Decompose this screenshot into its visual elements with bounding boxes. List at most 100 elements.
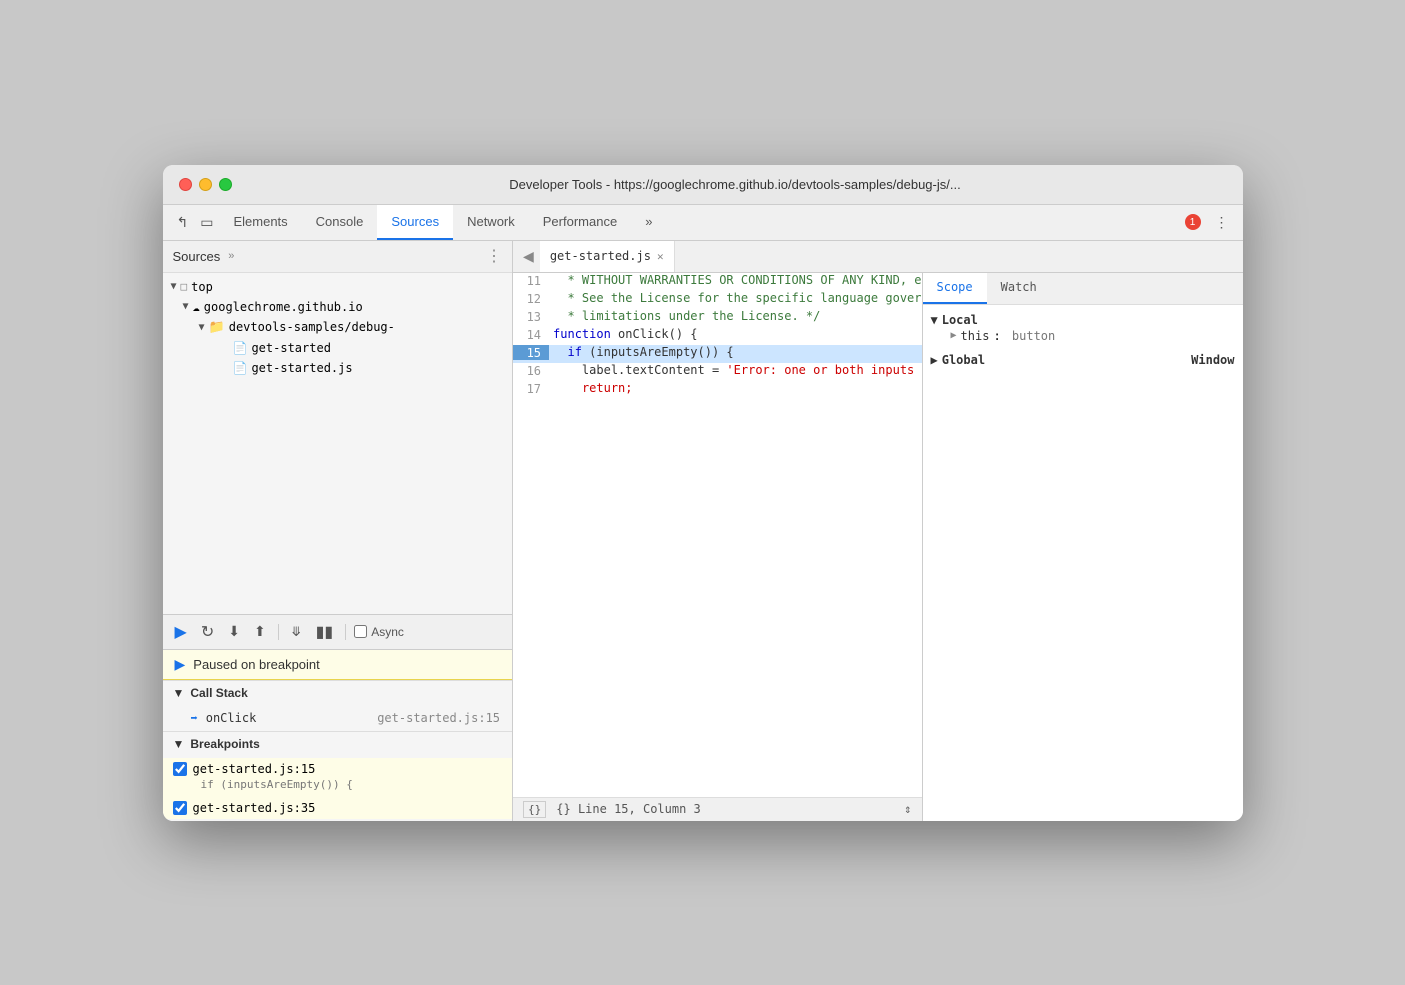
step-out-button[interactable]: ⬆ bbox=[250, 621, 270, 642]
line-num-12: 12 bbox=[513, 291, 549, 306]
call-stack-arrow-icon: ➡ bbox=[191, 711, 198, 725]
code-line-16: 16 label.textContent = 'Error: one or bo… bbox=[513, 363, 921, 381]
right-panel: ◀ get-started.js ✕ 11 * WITHOUT WARRANTI… bbox=[513, 241, 1242, 821]
tab-console[interactable]: Console bbox=[302, 205, 378, 240]
line-content-17: return; bbox=[549, 381, 921, 395]
cloud-icon: ☁ bbox=[193, 300, 200, 314]
resume-button[interactable]: ▶ bbox=[171, 620, 191, 644]
triangle-down-call-stack: ▼ bbox=[173, 686, 185, 700]
tree-item-folder[interactable]: ▼ 📁 devtools-samples/debug- bbox=[163, 317, 513, 338]
step-over-button[interactable]: ↻ bbox=[197, 620, 218, 644]
source-tab-close-icon[interactable]: ✕ bbox=[657, 250, 664, 263]
scope-local-this[interactable]: ▶ this : button bbox=[931, 327, 1235, 345]
status-bar: {} {} Line 15, Column 3 ⇕ bbox=[513, 797, 921, 821]
devtools-window: Developer Tools - https://googlechrome.g… bbox=[163, 165, 1243, 821]
status-icon-right[interactable]: ⇕ bbox=[904, 802, 911, 816]
triangle-down-icon: ▼ bbox=[171, 281, 177, 292]
async-label: Async bbox=[371, 625, 404, 639]
maximize-button[interactable] bbox=[219, 178, 232, 191]
code-line-15: 15 if (inputsAreEmpty()) { bbox=[513, 345, 921, 363]
sources-label: Sources bbox=[173, 249, 221, 264]
scope-this-value: button bbox=[1012, 329, 1055, 343]
call-stack-func: onClick bbox=[206, 711, 257, 725]
tab-network[interactable]: Network bbox=[453, 205, 529, 240]
line-num-11: 11 bbox=[513, 273, 549, 288]
sources-more-icon[interactable]: » bbox=[228, 250, 234, 262]
call-stack-file: get-started.js:15 bbox=[377, 711, 500, 725]
line-content-16: label.textContent = 'Error: one or both … bbox=[549, 363, 921, 377]
breakpoint-file-2: get-started.js:35 bbox=[193, 801, 316, 815]
tree-item-top[interactable]: ▼ □ top bbox=[163, 277, 513, 297]
line-content-11: * WITHOUT WARRANTIES OR CONDITIONS OF AN… bbox=[549, 273, 921, 287]
scope-section-local: ▼ Local ▶ this : button bbox=[923, 309, 1243, 349]
paused-text: Paused on breakpoint bbox=[193, 657, 319, 672]
call-stack-content: ➡ onClick get-started.js:15 bbox=[163, 705, 513, 731]
breakpoint-checkbox-1[interactable] bbox=[173, 762, 187, 776]
more-options-icon[interactable]: ⋮ bbox=[1209, 205, 1235, 240]
tab-watch[interactable]: Watch bbox=[987, 273, 1051, 304]
tab-performance[interactable]: Performance bbox=[529, 205, 631, 240]
devtools-body: Sources » ⋮ ▼ □ top ▼ ☁ googlechrome.git… bbox=[163, 241, 1243, 821]
tab-scope[interactable]: Scope bbox=[923, 273, 987, 304]
folder-icon: 📁 bbox=[209, 320, 225, 335]
source-tab-get-started-js[interactable]: get-started.js ✕ bbox=[540, 241, 675, 272]
scope-content: ▼ Local ▶ this : button bbox=[923, 305, 1243, 821]
status-position: {} Line 15, Column 3 bbox=[556, 802, 701, 816]
breakpoints-section: ▼ Breakpoints get-started.js:15 if (inpu… bbox=[163, 731, 513, 821]
breakpoint-file-1: get-started.js:15 bbox=[193, 762, 316, 776]
scope-global-label: Global bbox=[942, 353, 985, 367]
triangle-down-icon-3: ▼ bbox=[199, 322, 205, 333]
tree-item-get-started[interactable]: 📄 get-started bbox=[163, 338, 513, 358]
triangle-down-icon-2: ▼ bbox=[183, 301, 189, 312]
cursor-icon[interactable]: ↰ bbox=[171, 205, 195, 240]
scope-local-header[interactable]: ▼ Local bbox=[931, 313, 1235, 327]
deactivate-button[interactable]: ⤋ bbox=[287, 622, 306, 642]
call-stack-label: Call Stack bbox=[190, 686, 247, 700]
title-bar: Developer Tools - https://googlechrome.g… bbox=[163, 165, 1243, 205]
top-frame-icon: □ bbox=[181, 280, 188, 293]
tab-more[interactable]: » bbox=[631, 205, 666, 240]
call-stack-section: ▼ Call Stack ➡ onClick get-started.js:15 bbox=[163, 680, 513, 731]
line-content-15: if (inputsAreEmpty()) { bbox=[549, 345, 921, 359]
devtools-tabs-bar: ↰ ▭ Elements Console Sources Network Per… bbox=[163, 205, 1243, 241]
window-title: Developer Tools - https://googlechrome.g… bbox=[244, 177, 1227, 192]
file-icon-yellow: 📄 bbox=[233, 361, 248, 375]
file-icon-gray: 📄 bbox=[233, 341, 248, 355]
call-stack-header[interactable]: ▼ Call Stack bbox=[163, 681, 513, 705]
minimize-button[interactable] bbox=[199, 178, 212, 191]
breakpoint-item-2: get-started.js:35 bbox=[163, 797, 513, 819]
line-content-14: function onClick() { bbox=[549, 327, 921, 341]
tab-elements[interactable]: Elements bbox=[219, 205, 301, 240]
line-num-17: 17 bbox=[513, 381, 549, 396]
scope-global-header[interactable]: ▶ Global Window bbox=[931, 353, 1235, 367]
source-tab-name: get-started.js bbox=[550, 249, 651, 263]
line-num-16: 16 bbox=[513, 363, 549, 378]
close-button[interactable] bbox=[179, 178, 192, 191]
sources-panel-header: Sources » ⋮ bbox=[163, 241, 513, 273]
line-num-15: 15 bbox=[513, 345, 549, 360]
source-tab-nav-icon[interactable]: ◀ bbox=[517, 241, 540, 272]
code-line-14: 14 function onClick() { bbox=[513, 327, 921, 345]
code-line-13: 13 * limitations under the License. */ bbox=[513, 309, 921, 327]
status-pretty-print[interactable]: {} bbox=[523, 801, 546, 818]
call-stack-item-onclick[interactable]: ➡ onClick get-started.js:15 bbox=[163, 707, 513, 729]
breakpoints-header[interactable]: ▼ Breakpoints bbox=[163, 732, 513, 756]
layers-icon[interactable]: ▭ bbox=[194, 205, 219, 240]
step-into-button[interactable]: ⬇ bbox=[224, 621, 244, 642]
panel-actions-icon[interactable]: ⋮ bbox=[486, 246, 502, 266]
tree-item-origin[interactable]: ▼ ☁ googlechrome.github.io bbox=[163, 297, 513, 317]
tree-item-get-started-js[interactable]: 📄 get-started.js bbox=[163, 358, 513, 378]
triangle-down-local: ▼ bbox=[931, 313, 938, 327]
breakpoint-checkbox-2[interactable] bbox=[173, 801, 187, 815]
status-bar-right: ⇕ bbox=[904, 802, 911, 816]
code-line-17: 17 return; bbox=[513, 381, 921, 399]
tab-sources[interactable]: Sources bbox=[377, 205, 453, 240]
paused-banner: ▶ Paused on breakpoint bbox=[163, 650, 513, 680]
pause-button[interactable]: ▮▮ bbox=[312, 620, 338, 644]
line-content-12: * See the License for the specific langu… bbox=[549, 291, 921, 305]
error-count: 1 bbox=[1185, 214, 1201, 230]
toolbar-divider bbox=[278, 624, 279, 640]
async-checkbox[interactable] bbox=[354, 625, 367, 638]
scope-tabs: Scope Watch bbox=[923, 273, 1243, 305]
traffic-lights bbox=[179, 178, 232, 191]
